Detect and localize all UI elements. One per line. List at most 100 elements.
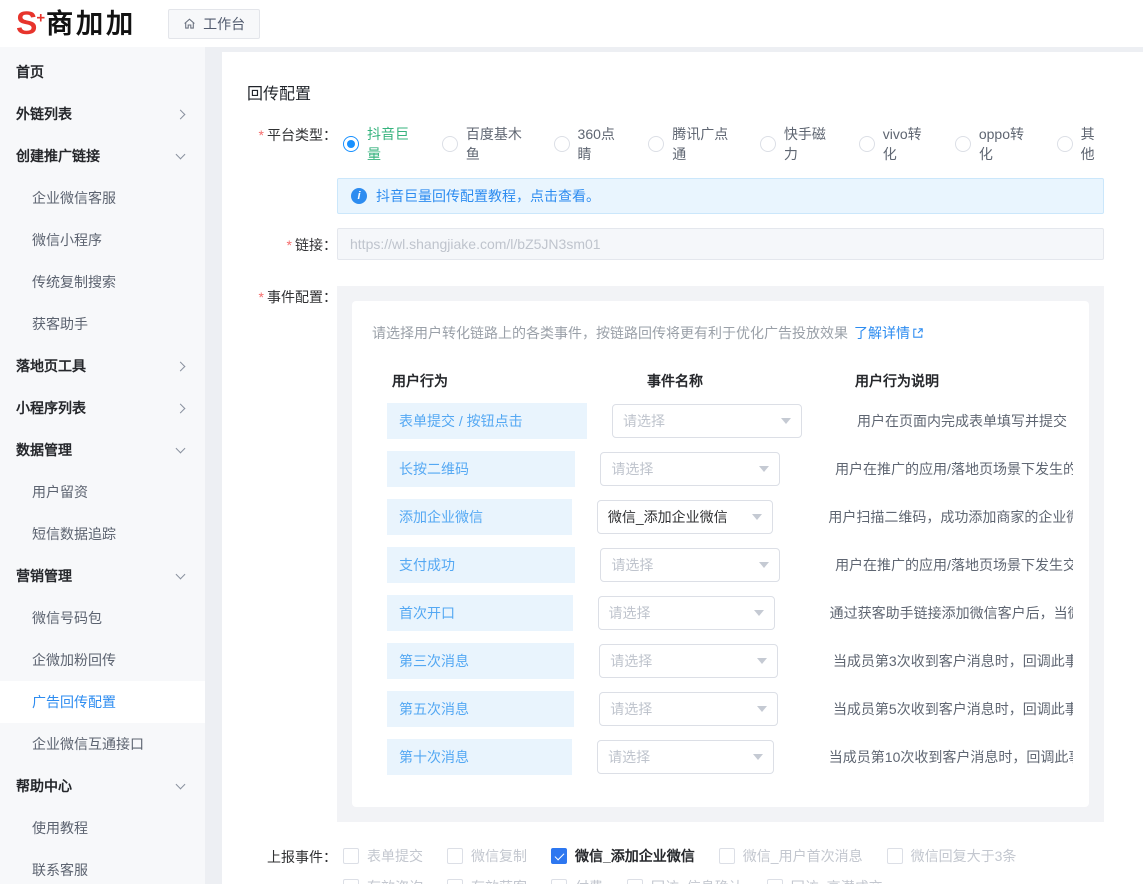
checkbox-payment[interactable]: 付费 [551, 877, 603, 884]
radio-kuaishou-cili[interactable]: 快手磁力 [760, 124, 833, 164]
brand-name: 商加加 [46, 8, 136, 40]
sidebar-item-acquisition-assistant[interactable]: 获客助手 [0, 303, 205, 345]
sidebar-item-landing-tools[interactable]: 落地页工具 [0, 345, 205, 387]
report-checkbox-group: 表单提交 微信复制 微信_添加企业微信 微信_用户首次消息 微信回复大于3条 有… [343, 846, 1016, 884]
action-payment-success[interactable]: 支付成功 [387, 547, 575, 583]
brand-logo[interactable]: S+ 商加加 [16, 8, 136, 40]
radio-douyin-juliang[interactable]: 抖音巨量 [343, 124, 416, 164]
action-long-press-qr[interactable]: 长按二维码 [387, 451, 575, 487]
action-tenth-message[interactable]: 第十次消息 [387, 739, 572, 775]
checkbox-wechat-add-wecom[interactable]: 微信_添加企业微信 [551, 846, 695, 866]
sidebar-item-sms-tracking[interactable]: 短信数据追踪 [0, 513, 205, 555]
checkbox-valid-consult[interactable]: 有效咨询 [343, 877, 423, 884]
platform-type-label: *平台类型： [247, 124, 337, 164]
table-row-third-message: 第三次消息 请选择 当成员第3次收到客户消息时，回调此事... [372, 637, 1073, 685]
checkbox-wechat-copy[interactable]: 微信复制 [447, 846, 527, 866]
sidebar-item-tutorial[interactable]: 使用教程 [0, 807, 205, 849]
event-select-third-message[interactable]: 请选择 [599, 644, 778, 678]
event-config-panel: 请选择用户转化链路上的各类事件，按链路回传将更有利于优化广告投放效果了解详情 用… [337, 286, 1104, 822]
sidebar-item-user-leads[interactable]: 用户留资 [0, 471, 205, 513]
checkbox-icon [343, 848, 359, 864]
sidebar-item-data-management[interactable]: 数据管理 [0, 429, 205, 471]
event-select-form-submit[interactable]: 请选择 [612, 404, 802, 438]
sidebar-item-miniprogram-list[interactable]: 小程序列表 [0, 387, 205, 429]
radio-other[interactable]: 其他 [1057, 124, 1104, 164]
radio-vivo[interactable]: vivo转化 [859, 124, 929, 164]
chevron-down-caret [753, 754, 763, 760]
checkbox-callback-high-intent[interactable]: 回访_高潜成交 [767, 877, 883, 884]
table-row-add-wecom: 添加企业微信 微信_添加企业微信 用户扫描二维码，成功添加商家的企业微信 [372, 493, 1073, 541]
radio-tencent-guangdiantong[interactable]: 腾讯广点通 [648, 124, 734, 164]
checkbox-form-submit[interactable]: 表单提交 [343, 846, 423, 866]
sidebar-item-wecom-fans-callback[interactable]: 企微加粉回传 [0, 639, 205, 681]
action-add-wecom[interactable]: 添加企业微信 [387, 499, 572, 535]
table-row-form-submit: 表单提交 / 按钮点击 请选择 用户在页面内完成表单填写并提交 [372, 397, 1073, 445]
top-bar: S+ 商加加 工作台 [0, 0, 1143, 47]
action-first-message[interactable]: 首次开口 [387, 595, 573, 631]
required-asterisk: * [287, 237, 292, 253]
sidebar-item-help-center[interactable]: 帮助中心 [0, 765, 205, 807]
event-select-tenth-message[interactable]: 请选择 [597, 740, 774, 774]
checkbox-callback-info-confirm[interactable]: 回访_信息确认 [627, 877, 743, 884]
action-third-message[interactable]: 第三次消息 [387, 643, 574, 679]
chevron-right-icon [176, 403, 186, 413]
platform-radio-group: 抖音巨量 百度基木鱼 360点睛 腾讯广点通 快手磁力 vivo转化 oppo转… [343, 124, 1104, 164]
checkbox-icon [627, 879, 643, 884]
sidebar-item-create-promo-link[interactable]: 创建推广链接 [0, 135, 205, 177]
radio-360-dianjing[interactable]: 360点睛 [554, 124, 623, 164]
sidebar: 首页 外链列表 创建推广链接 企业微信客服 微信小程序 传统复制搜索 获客助手 … [0, 47, 205, 884]
checkbox-wechat-first-message[interactable]: 微信_用户首次消息 [719, 846, 863, 866]
page-title: 回传配置 [247, 80, 1104, 104]
row-description: 用户扫描二维码，成功添加商家的企业微信 [828, 507, 1073, 527]
action-form-submit[interactable]: 表单提交 / 按钮点击 [387, 403, 587, 439]
tutorial-info-alert[interactable]: i 抖音巨量回传配置教程，点击查看。 [337, 178, 1104, 214]
radio-baidu-jimuyu[interactable]: 百度基木鱼 [442, 124, 528, 164]
chevron-down-icon [176, 443, 186, 453]
chevron-down-caret [752, 514, 762, 520]
event-intro: 请选择用户转化链路上的各类事件，按链路回传将更有利于优化广告投放效果了解详情 [372, 323, 1073, 343]
chevron-down-caret [759, 466, 769, 472]
sidebar-item-wecom-service[interactable]: 企业微信客服 [0, 177, 205, 219]
checkbox-wechat-reply-gt3[interactable]: 微信回复大于3条 [887, 846, 1017, 866]
col-event-name: 事件名称 [612, 371, 855, 391]
sidebar-item-wechat-miniprogram[interactable]: 微信小程序 [0, 219, 205, 261]
learn-more-link[interactable]: 了解详情 [854, 325, 924, 341]
sidebar-item-home[interactable]: 首页 [0, 51, 205, 93]
sidebar-item-wechat-number-pack[interactable]: 微信号码包 [0, 597, 205, 639]
sidebar-item-external-links[interactable]: 外链列表 [0, 93, 205, 135]
event-select-add-wecom[interactable]: 微信_添加企业微信 [597, 500, 774, 534]
sidebar-item-contact-support[interactable]: 联系客服 [0, 849, 205, 884]
event-config-card: 请选择用户转化链路上的各类事件，按链路回传将更有利于优化广告投放效果了解详情 用… [352, 301, 1089, 807]
action-fifth-message[interactable]: 第五次消息 [387, 691, 574, 727]
event-select-fifth-message[interactable]: 请选择 [599, 692, 778, 726]
sidebar-item-wecom-interop-api[interactable]: 企业微信互通接口 [0, 723, 205, 765]
row-description: 当成员第5次收到客户消息时，回调此事... [833, 699, 1073, 719]
radio-oppo[interactable]: oppo转化 [955, 124, 1031, 164]
link-input[interactable] [337, 228, 1104, 260]
chevron-right-icon [176, 361, 186, 371]
checkbox-icon [767, 879, 783, 884]
report-events-label: 上报事件： [247, 846, 337, 884]
event-select-first-message[interactable]: 请选择 [598, 596, 775, 630]
table-row-fifth-message: 第五次消息 请选择 当成员第5次收到客户消息时，回调此事... [372, 685, 1073, 733]
event-select-long-press-qr[interactable]: 请选择 [600, 452, 780, 486]
required-asterisk: * [259, 289, 264, 305]
info-icon: i [351, 188, 367, 204]
external-link-icon [912, 327, 924, 339]
radio-icon [1057, 136, 1073, 152]
checkbox-valid-acquisition[interactable]: 有效获客 [447, 877, 527, 884]
checkbox-icon [719, 848, 735, 864]
sidebar-item-marketing[interactable]: 营销管理 [0, 555, 205, 597]
sidebar-item-ad-callback-config[interactable]: 广告回传配置 [0, 681, 205, 723]
event-select-payment-success[interactable]: 请选择 [600, 548, 780, 582]
alert-text: 抖音巨量回传配置教程，点击查看。 [376, 186, 600, 206]
table-row-long-press-qr: 长按二维码 请选择 用户在推广的应用/落地页场景下发生的... [372, 445, 1073, 493]
required-asterisk: * [259, 127, 264, 143]
radio-icon [442, 136, 458, 152]
chevron-down-icon [176, 149, 186, 159]
tab-workspace[interactable]: 工作台 [168, 9, 260, 39]
sidebar-item-copy-search[interactable]: 传统复制搜索 [0, 261, 205, 303]
plus-icon: + [36, 9, 44, 26]
chevron-down-caret [781, 418, 791, 424]
checkbox-icon [447, 879, 463, 884]
